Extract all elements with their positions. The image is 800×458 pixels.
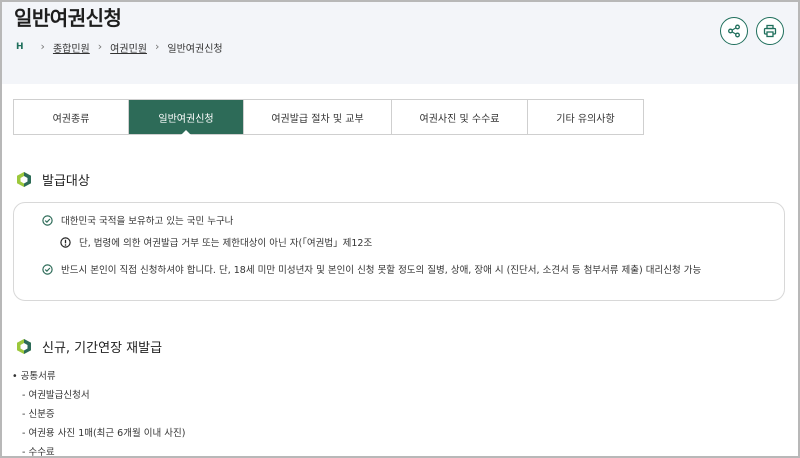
section-title-text: 신규, 기간연장 재발급 <box>42 341 163 356</box>
tab-label: 일반여권신청 <box>158 113 214 125</box>
list-sub-item: - 여권용 사진 1매(최근 6개월 이내 사진) <box>22 428 186 439</box>
eligibility-item: 대한민국 국적을 보유하고 있는 국민 누구나 <box>42 213 233 227</box>
list-sub-item: - 신분증 <box>22 409 55 420</box>
tab-label: 기타 유의사항 <box>556 113 615 125</box>
breadcrumb: H › 종합민원 › 여권민원 › 일반여권신청 <box>16 40 223 55</box>
tab-label: 여권종류 <box>52 113 90 125</box>
section-title-reissue: 신규, 기간연장 재발급 <box>16 337 162 356</box>
eligibility-note: 단, 법령에 의한 여권발급 거부 또는 제한대상이 아닌 자(「여권법」제12… <box>60 235 372 249</box>
chevron-right-icon: › <box>40 40 45 53</box>
list-sub-item-text: 신분증 <box>28 409 55 420</box>
breadcrumb-link-general[interactable]: 종합민원 <box>53 40 90 55</box>
chevron-right-icon: › <box>97 40 103 53</box>
list-sub-item: - 수수료 <box>22 447 55 458</box>
home-icon[interactable]: H <box>16 42 24 52</box>
tab-bar: 여권종류 일반여권신청 여권발급 절차 및 교부 여권사진 및 수수료 기타 유… <box>13 99 644 135</box>
eligibility-text: 대한민국 국적을 보유하고 있는 국민 누구나 <box>61 216 234 227</box>
info-circle-icon <box>60 236 71 248</box>
tab-label: 여권발급 절차 및 교부 <box>271 113 364 125</box>
check-circle-icon <box>42 214 53 226</box>
tab-issuance-procedure[interactable]: 여권발급 절차 및 교부 <box>244 100 392 134</box>
check-circle-icon <box>42 263 53 275</box>
section-title-text: 발급대상 <box>42 174 90 189</box>
hexagon-icon <box>17 339 31 354</box>
print-icon <box>763 24 777 38</box>
share-button[interactable] <box>720 17 748 45</box>
list-item: • 공통서류 <box>12 371 56 382</box>
list-sub-item-text: 수수료 <box>28 447 55 458</box>
breadcrumb-link-passport[interactable]: 여권민원 <box>110 40 147 55</box>
eligibility-box: 대한민국 국적을 보유하고 있는 국민 누구나 단, 법령에 의한 여권발급 거… <box>13 202 785 301</box>
breadcrumb-current: 일반여권신청 <box>167 43 223 55</box>
list-sub-item: - 여권발급신청서 <box>22 390 90 401</box>
print-button[interactable] <box>756 17 784 45</box>
page-title: 일반여권신청 <box>14 6 122 30</box>
share-icon <box>728 24 740 38</box>
section-title-eligibility: 발급대상 <box>16 170 90 189</box>
eligibility-text: 반드시 본인이 직접 신청하셔야 합니다. 단, 18세 미만 미성년자 및 본… <box>61 265 702 276</box>
tab-label: 여권사진 및 수수료 <box>419 113 500 125</box>
tab-photo-fees[interactable]: 여권사진 및 수수료 <box>392 100 528 134</box>
tab-passport-types[interactable]: 여권종류 <box>14 100 129 134</box>
list-title: 공통서류 <box>20 371 56 382</box>
list-sub-item-text: 여권용 사진 1매(최근 6개월 이내 사진) <box>28 428 186 439</box>
tab-other-notes[interactable]: 기타 유의사항 <box>528 100 643 134</box>
list-sub-item-text: 여권발급신청서 <box>28 390 90 401</box>
active-tab-caret <box>181 130 191 135</box>
chevron-right-icon: › <box>154 40 160 53</box>
eligibility-item: 반드시 본인이 직접 신청하셔야 합니다. 단, 18세 미만 미성년자 및 본… <box>42 262 701 276</box>
eligibility-note-text: 단, 법령에 의한 여권발급 거부 또는 제한대상이 아닌 자(「여권법」제12… <box>79 238 373 249</box>
hexagon-icon <box>17 172 31 187</box>
tab-general-application[interactable]: 일반여권신청 <box>129 100 244 135</box>
